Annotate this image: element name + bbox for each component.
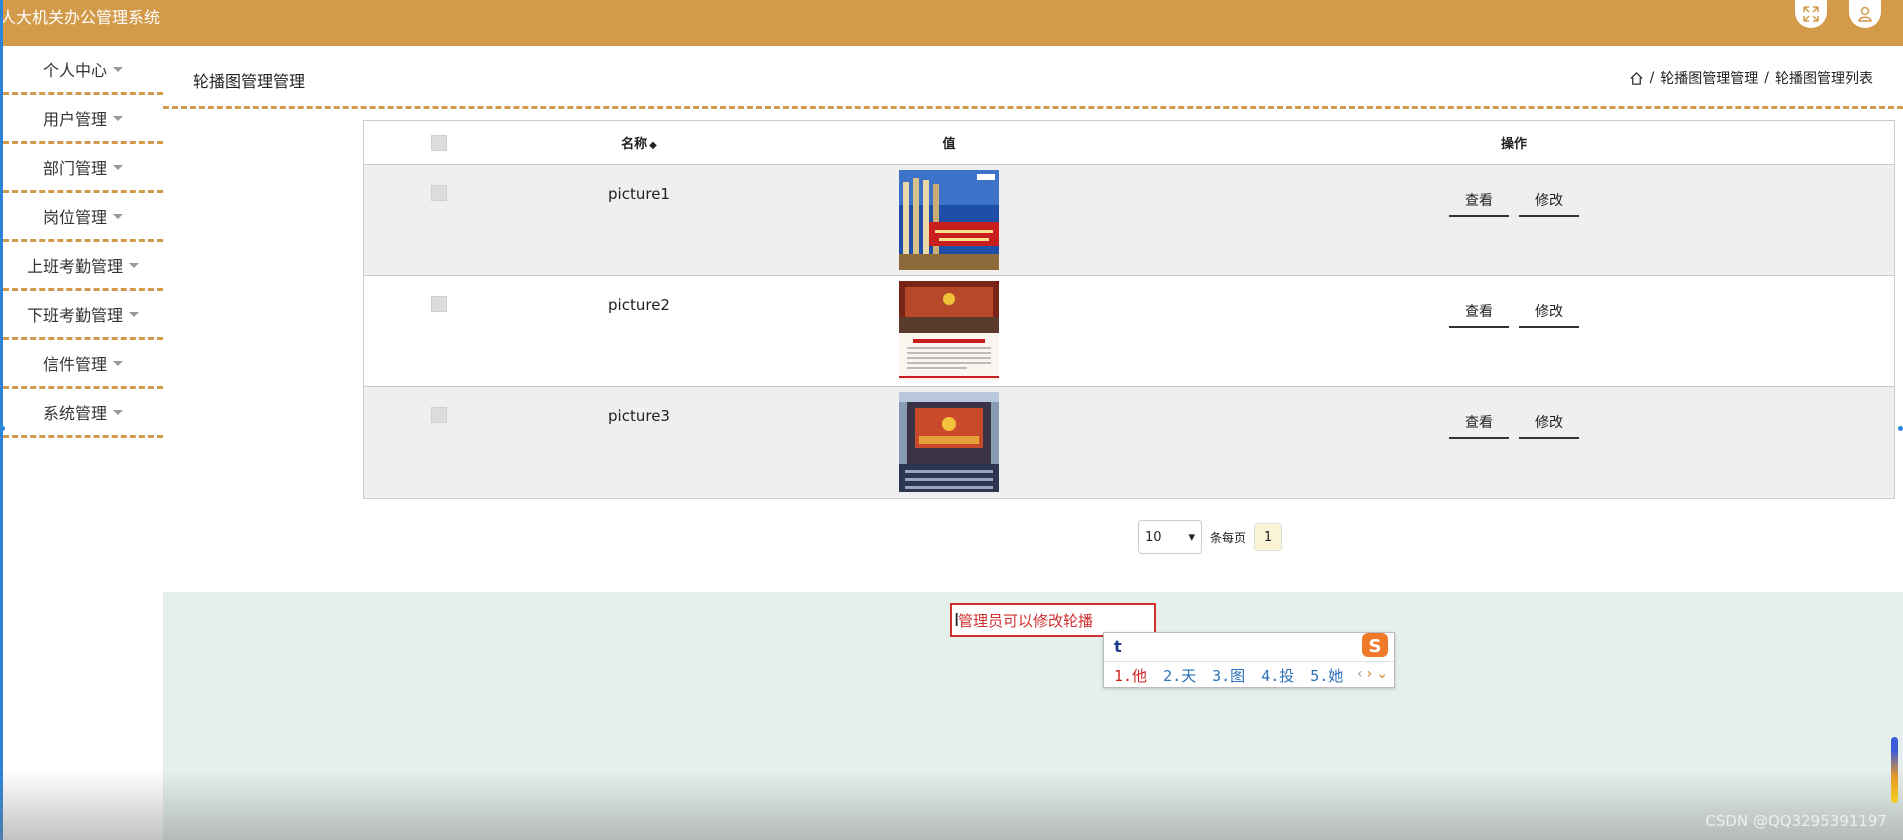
home-icon[interactable]	[1629, 71, 1644, 86]
row-name: picture2	[608, 296, 670, 314]
top-header: 人大机关办公管理系统	[0, 0, 1903, 46]
volume-indicator	[1891, 737, 1898, 803]
sort-icon[interactable]: ◆	[649, 140, 657, 151]
sidebar-item-system[interactable]: 系统管理	[3, 389, 163, 438]
ime-candidate[interactable]: 3.图	[1212, 665, 1245, 686]
view-button[interactable]: 查看	[1449, 296, 1509, 328]
breadcrumb-separator: /	[1649, 70, 1655, 86]
chevron-right-icon[interactable]: ›	[1367, 666, 1373, 682]
column-header-value: 值	[942, 137, 956, 152]
sidebar: 个人中心 用户管理 部门管理 岗位管理 上班考勤管理 下班考勤管理 信件管理 系…	[3, 46, 163, 438]
ime-candidate-window: t S 1.他 2.天 3.图 4.投 5.她 ‹ › ⌄	[1103, 632, 1395, 688]
table-row: picture1 查看 修改	[364, 165, 1894, 276]
column-header-name[interactable]: 名称 ◆	[514, 133, 764, 152]
ime-candidate[interactable]: 4.投	[1261, 665, 1294, 686]
sidebar-item-label: 信件管理	[42, 355, 107, 374]
divider	[1104, 661, 1394, 662]
chevron-down-icon[interactable]: ⌄	[1376, 666, 1388, 682]
caret-down-icon	[113, 164, 123, 170]
app-title: 人大机关办公管理系统	[0, 8, 161, 27]
row-checkbox[interactable]	[431, 407, 447, 423]
row-name: picture3	[608, 407, 670, 425]
screen-fade-overlay	[0, 770, 1903, 840]
carousel-thumbnail-image	[899, 170, 999, 270]
page-number-button[interactable]: 1	[1254, 523, 1283, 551]
watermark: CSDN @QQ3295391197	[1705, 812, 1887, 830]
carousel-thumbnail-image	[899, 281, 999, 381]
breadcrumb-item: 轮播图管理列表	[1775, 71, 1873, 87]
column-header-actions: 操作	[1500, 137, 1527, 152]
table-row: picture2 查看 修改	[364, 276, 1894, 387]
svg-text:S: S	[1369, 636, 1382, 657]
sidebar-item-label: 上班考勤管理	[26, 257, 123, 276]
edit-button[interactable]: 修改	[1519, 407, 1579, 439]
user-button[interactable]	[1849, 0, 1881, 28]
caret-down-icon	[113, 115, 123, 121]
carousel-thumbnail-image	[899, 392, 999, 492]
sidebar-item-label: 个人中心	[42, 61, 107, 80]
chevron-down-icon: ▾	[1188, 529, 1195, 545]
sidebar-item-label: 部门管理	[42, 159, 107, 178]
edit-button[interactable]: 修改	[1519, 296, 1579, 328]
ime-candidate[interactable]: 5.她	[1310, 665, 1343, 686]
breadcrumb: / 轮播图管理管理 / 轮播图管理列表	[1629, 68, 1873, 88]
edit-button[interactable]: 修改	[1519, 185, 1579, 217]
caret-down-icon	[113, 213, 123, 219]
ime-candidate[interactable]: 2.天	[1163, 665, 1196, 686]
ime-navigation: ‹ › ⌄	[1357, 666, 1388, 682]
sidebar-item-label: 下班考勤管理	[26, 306, 123, 325]
text-cursor-icon: I	[954, 610, 960, 631]
sidebar-item-positions[interactable]: 岗位管理	[3, 193, 163, 242]
caret-down-icon	[129, 311, 139, 317]
page-size-select[interactable]: 10 ▾	[1138, 520, 1202, 554]
table-row: picture3 查看 修改	[364, 387, 1894, 498]
table-header-row: 名称 ◆ 值 操作	[364, 121, 1894, 165]
sidebar-item-label: 系统管理	[42, 404, 107, 423]
chevron-left-icon[interactable]: ‹	[1357, 666, 1363, 682]
divider	[163, 106, 1903, 109]
row-name: picture1	[608, 185, 670, 203]
caret-down-icon	[129, 262, 139, 268]
page-title: 轮播图管理管理	[193, 72, 306, 91]
user-icon	[1858, 6, 1872, 22]
sidebar-item-personal-center[interactable]: 个人中心	[3, 46, 163, 95]
ime-candidate-list: 1.他 2.天 3.图 4.投 5.她	[1114, 665, 1343, 686]
view-button[interactable]: 查看	[1449, 185, 1509, 217]
per-page-label: 条每页	[1210, 530, 1247, 545]
row-checkbox[interactable]	[431, 185, 447, 201]
sogou-logo-icon: S	[1362, 633, 1388, 657]
sidebar-item-letters[interactable]: 信件管理	[3, 340, 163, 389]
view-button[interactable]: 查看	[1449, 407, 1509, 439]
caret-down-icon	[113, 360, 123, 366]
breadcrumb-separator: /	[1764, 70, 1769, 86]
pagination: 10 ▾ 条每页 1	[1138, 520, 1283, 554]
carousel-table: 名称 ◆ 值 操作 picture1 查看 修改 picture2 查看 修改 …	[363, 120, 1895, 499]
sidebar-item-checkin[interactable]: 上班考勤管理	[3, 242, 163, 291]
caret-down-icon	[113, 66, 123, 72]
sidebar-item-users[interactable]: 用户管理	[3, 95, 163, 144]
caret-down-icon	[113, 409, 123, 415]
fullscreen-button[interactable]	[1795, 0, 1827, 28]
expand-icon	[1803, 6, 1819, 22]
sidebar-item-checkout[interactable]: 下班考勤管理	[3, 291, 163, 340]
resize-handle[interactable]	[0, 426, 5, 431]
sidebar-item-departments[interactable]: 部门管理	[3, 144, 163, 193]
row-checkbox[interactable]	[431, 296, 447, 312]
sidebar-item-label: 用户管理	[42, 110, 107, 129]
resize-handle[interactable]	[1898, 426, 1903, 431]
ime-candidate[interactable]: 1.他	[1114, 665, 1147, 686]
ime-composition-text: t	[1114, 637, 1122, 656]
breadcrumb-item[interactable]: 轮播图管理管理	[1660, 68, 1758, 88]
sidebar-item-label: 岗位管理	[42, 208, 107, 227]
select-all-checkbox[interactable]	[431, 134, 447, 151]
